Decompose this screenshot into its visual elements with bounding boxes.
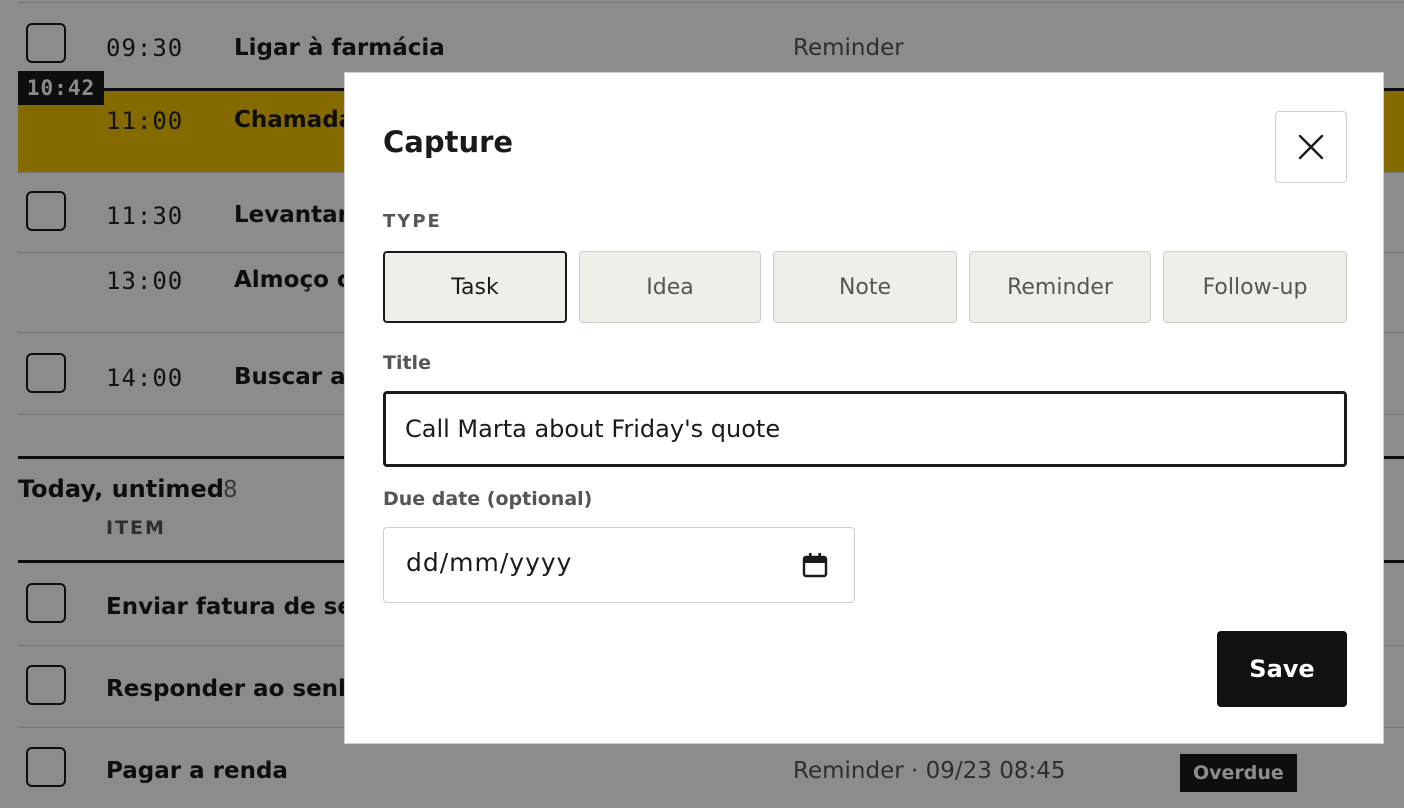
type-option-reminder[interactable]: Reminder [969, 251, 1151, 323]
due-date-label: Due date (optional) [383, 488, 593, 510]
close-button[interactable] [1275, 111, 1347, 183]
title-input[interactable]: Call Marta about Friday's quote [383, 391, 1347, 467]
type-option-task[interactable]: Task [383, 251, 567, 323]
save-button[interactable]: Save [1217, 631, 1347, 707]
close-icon [1298, 134, 1324, 160]
dialog-title: Capture [383, 125, 514, 159]
type-option-follow-up[interactable]: Follow-up [1163, 251, 1347, 323]
due-date-placeholder: dd/mm/yyyy [406, 548, 573, 577]
type-option-idea[interactable]: Idea [579, 251, 761, 323]
title-label: Title [383, 352, 431, 374]
type-option-note[interactable]: Note [773, 251, 957, 323]
type-selector: Task Idea Note Reminder Follow-up [383, 251, 1347, 323]
capture-dialog: Capture TYPE Task Idea Note Reminder Fol… [344, 72, 1384, 744]
due-date-input[interactable]: dd/mm/yyyy [383, 527, 855, 603]
calendar-icon[interactable] [802, 552, 828, 578]
type-label: TYPE [383, 211, 442, 232]
